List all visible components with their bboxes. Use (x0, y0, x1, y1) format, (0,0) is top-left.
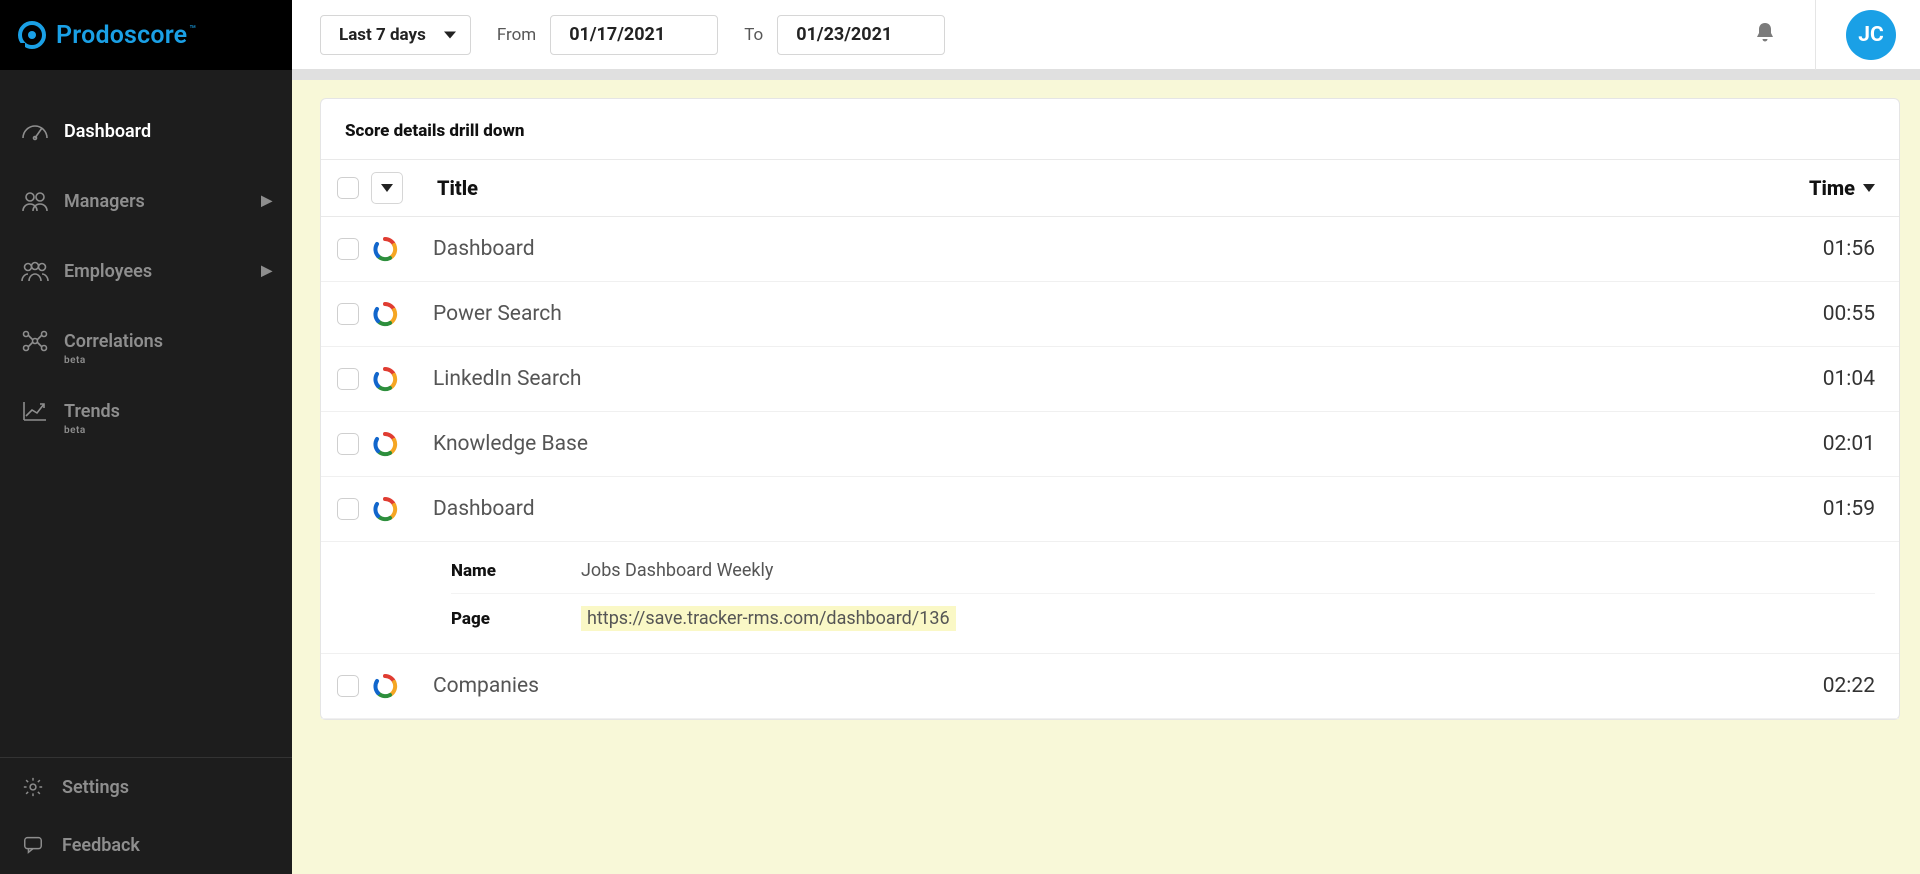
date-to-group: To 01/23/2021 (744, 15, 945, 55)
row-checkbox[interactable] (337, 368, 359, 390)
table-row[interactable]: LinkedIn Search01:04 (321, 347, 1899, 412)
people-group-icon (20, 258, 50, 284)
table-row[interactable]: Dashboard01:56 (321, 217, 1899, 282)
bulk-actions-dropdown[interactable] (371, 172, 403, 204)
table-row[interactable]: Power Search00:55 (321, 282, 1899, 347)
content-strip (292, 70, 1920, 80)
sidebar: Prodoscore™ Dashboard Managers ▶ Employe… (0, 0, 292, 874)
sidebar-item-label: Feedback (62, 835, 140, 856)
row-details: NameJobs Dashboard Weekly Pagehttps://sav… (321, 542, 1899, 654)
row-title: Dashboard (433, 237, 1823, 261)
sidebar-item-label: Trends (64, 401, 120, 422)
row-title: Companies (433, 674, 1823, 698)
sidebar-nav: Dashboard Managers ▶ Employees ▶ Correla… (0, 70, 292, 758)
score-details-panel: Score details drill down Title Time Dash… (320, 98, 1900, 720)
detail-name-key: Name (451, 561, 581, 581)
row-checkbox[interactable] (337, 675, 359, 697)
panel-title: Score details drill down (345, 121, 1877, 141)
app-icon (371, 495, 399, 523)
date-from-input[interactable]: 01/17/2021 (550, 15, 718, 55)
date-range-select[interactable]: Last 7 days (320, 15, 471, 55)
column-time-label: Time (1809, 176, 1855, 200)
date-from-group: From 01/17/2021 (497, 15, 718, 55)
sidebar-item-label: Employees (64, 261, 152, 282)
sidebar-item-managers[interactable]: Managers ▶ (0, 166, 292, 236)
detail-page-key: Page (451, 609, 581, 629)
notifications-button[interactable] (1745, 15, 1785, 55)
date-range-value: Last 7 days (339, 25, 426, 45)
gear-icon (20, 776, 46, 798)
sidebar-item-label: Correlations (64, 331, 163, 352)
user-avatar[interactable]: JC (1846, 10, 1896, 60)
sidebar-item-label: Dashboard (64, 121, 151, 142)
people-pair-icon (20, 188, 50, 214)
row-title: LinkedIn Search (433, 367, 1823, 391)
sidebar-item-dashboard[interactable]: Dashboard (0, 96, 292, 166)
row-time: 01:04 (1823, 367, 1875, 391)
row-time: 02:22 (1823, 674, 1875, 698)
app-icon (371, 430, 399, 458)
detail-name-value: Jobs Dashboard Weekly (581, 560, 773, 581)
sidebar-item-label: Settings (62, 777, 129, 798)
row-checkbox[interactable] (337, 498, 359, 520)
chat-icon (20, 834, 46, 856)
sidebar-item-label: Managers (64, 191, 145, 212)
caret-down-icon (381, 184, 393, 192)
main-content: Score details drill down Title Time Dash… (292, 0, 1920, 874)
sidebar-item-settings[interactable]: Settings (0, 758, 292, 816)
sort-desc-icon (1863, 184, 1875, 192)
column-time-header[interactable]: Time (1809, 176, 1875, 200)
row-time: 02:01 (1823, 432, 1875, 456)
app-icon (371, 300, 399, 328)
table-body: Dashboard01:56Power Search00:55LinkedIn … (321, 217, 1899, 719)
divider (1815, 0, 1816, 70)
to-label: To (744, 25, 763, 45)
sidebar-item-feedback[interactable]: Feedback (0, 816, 292, 874)
row-checkbox[interactable] (337, 238, 359, 260)
chevron-right-icon: ▶ (261, 193, 272, 209)
row-title: Power Search (433, 302, 1823, 326)
beta-tag: beta (64, 425, 86, 436)
avatar-initials: JC (1858, 23, 1883, 47)
app-icon (371, 235, 399, 263)
table-row[interactable]: Dashboard01:59 (321, 477, 1899, 542)
sidebar-item-correlations[interactable]: Correlations beta (0, 306, 292, 376)
chevron-right-icon: ▶ (261, 263, 272, 279)
brand-logo-icon (18, 21, 46, 49)
row-checkbox[interactable] (337, 303, 359, 325)
sidebar-footer: Settings Feedback (0, 758, 292, 874)
gauge-icon (20, 118, 50, 144)
select-all-checkbox[interactable] (337, 177, 359, 199)
bell-icon (1754, 21, 1776, 49)
network-icon (20, 328, 50, 354)
sidebar-item-trends[interactable]: Trends beta (0, 376, 292, 446)
date-to-input[interactable]: 01/23/2021 (777, 15, 945, 55)
beta-tag: beta (64, 355, 86, 366)
panel-header: Score details drill down (321, 99, 1899, 159)
table-header: Title Time (321, 159, 1899, 217)
app-icon (371, 365, 399, 393)
logo-bar: Prodoscore™ (0, 0, 292, 70)
detail-page-value[interactable]: https://save.tracker-rms.com/dashboard/1… (581, 606, 956, 631)
row-title: Dashboard (433, 497, 1823, 521)
row-title: Knowledge Base (433, 432, 1823, 456)
column-title-header: Title (437, 176, 1809, 200)
trend-chart-icon (20, 398, 50, 424)
table-row[interactable]: Knowledge Base02:01 (321, 412, 1899, 477)
sidebar-item-employees[interactable]: Employees ▶ (0, 236, 292, 306)
row-time: 00:55 (1823, 302, 1875, 326)
row-checkbox[interactable] (337, 433, 359, 455)
table-row[interactable]: Companies02:22 (321, 654, 1899, 719)
from-label: From (497, 25, 536, 45)
row-time: 01:56 (1823, 237, 1875, 261)
topbar: Last 7 days From 01/17/2021 To 01/23/202… (292, 0, 1920, 70)
app-icon (371, 672, 399, 700)
panel-wrap: Score details drill down Title Time Dash… (292, 80, 1920, 750)
row-time: 01:59 (1823, 497, 1875, 521)
brand-name: Prodoscore™ (56, 21, 196, 50)
